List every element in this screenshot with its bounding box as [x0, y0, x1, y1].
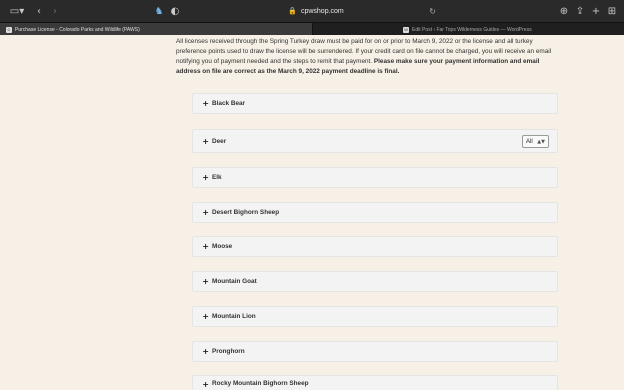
accordion-elk[interactable]: + Elk — [192, 167, 558, 188]
accordion-label: Rocky Mountain Bighorn Sheep — [212, 380, 309, 387]
accordion-label: Mountain Lion — [212, 313, 256, 320]
select-value: All — [526, 138, 533, 145]
plus-icon: + — [202, 277, 209, 286]
accordion-rocky-mountain-bighorn-sheep[interactable]: + Rocky Mountain Bighorn Sheep — [192, 375, 558, 390]
lock-icon: 🔒 — [288, 7, 297, 15]
cpw-favicon-icon: C — [6, 26, 12, 33]
plus-icon: + — [202, 208, 209, 217]
deer-filter-select[interactable]: All ▲▼ — [522, 135, 549, 148]
accordion-desert-bighorn-sheep[interactable]: + Desert Bighorn Sheep — [192, 202, 558, 223]
sidebar-icon[interactable]: ▭▾ — [8, 4, 26, 18]
wordpress-favicon-icon: W — [403, 26, 409, 33]
plus-icon: + — [202, 242, 209, 251]
plus-icon[interactable]: + — [591, 4, 601, 18]
tab-title: Edit Post ‹ Far Tops Wilderness Guides —… — [412, 26, 532, 33]
reload-icon[interactable]: ↻ — [429, 7, 436, 16]
browser-toolbar: ▭▾ ‹ › ♞ ◐ 🔒 cpwshop.com ↻ ⊕ ⇪ + ⊞ — [0, 0, 624, 22]
accordion-mountain-lion[interactable]: + Mountain Lion — [192, 306, 558, 327]
download-icon[interactable]: ⊕ — [559, 4, 569, 18]
plus-icon: + — [202, 312, 209, 321]
extension-icon[interactable]: ♞ — [154, 4, 164, 18]
payment-notice: All licenses received through the Spring… — [176, 37, 561, 77]
accordion-black-bear[interactable]: + Black Bear — [192, 93, 558, 114]
page-content: All licenses received through the Spring… — [0, 35, 624, 390]
tab-bar: C Purchase License - Colorado Parks and … — [0, 22, 624, 36]
chevron-left-icon[interactable]: ‹ — [34, 4, 44, 18]
address-bar[interactable]: 🔒 cpwshop.com ↻ — [190, 4, 442, 18]
chevron-right-icon[interactable]: › — [50, 4, 60, 18]
accordion-pronghorn[interactable]: + Pronghorn — [192, 341, 558, 362]
plus-icon: + — [202, 136, 209, 146]
address-text: cpwshop.com — [300, 7, 344, 15]
accordion-label: Desert Bighorn Sheep — [212, 209, 280, 216]
accordion-label: Deer — [212, 137, 227, 145]
share-icon[interactable]: ⇪ — [575, 4, 585, 18]
accordion-moose[interactable]: + Moose — [192, 236, 558, 257]
accordion-label: Moose — [212, 243, 233, 250]
accordion-mountain-goat[interactable]: + Mountain Goat — [192, 271, 558, 292]
grid-icon[interactable]: ⊞ — [606, 4, 618, 18]
accordion-deer[interactable]: + Deer All ▲▼ — [192, 129, 558, 153]
plus-icon: + — [202, 99, 209, 108]
accordion-label: Elk — [212, 174, 222, 181]
accordion-label: Mountain Goat — [212, 278, 257, 285]
plus-icon: + — [202, 173, 209, 182]
plus-icon: + — [202, 347, 209, 356]
accordion-label: Pronghorn — [212, 348, 245, 355]
tab-title: Purchase License - Colorado Parks and Wi… — [15, 26, 140, 33]
chevron-updown-icon: ▲▼ — [537, 138, 545, 145]
accordion-label: Black Bear — [212, 100, 246, 107]
plus-icon: + — [202, 380, 209, 389]
shield-icon[interactable]: ◐ — [170, 4, 180, 18]
